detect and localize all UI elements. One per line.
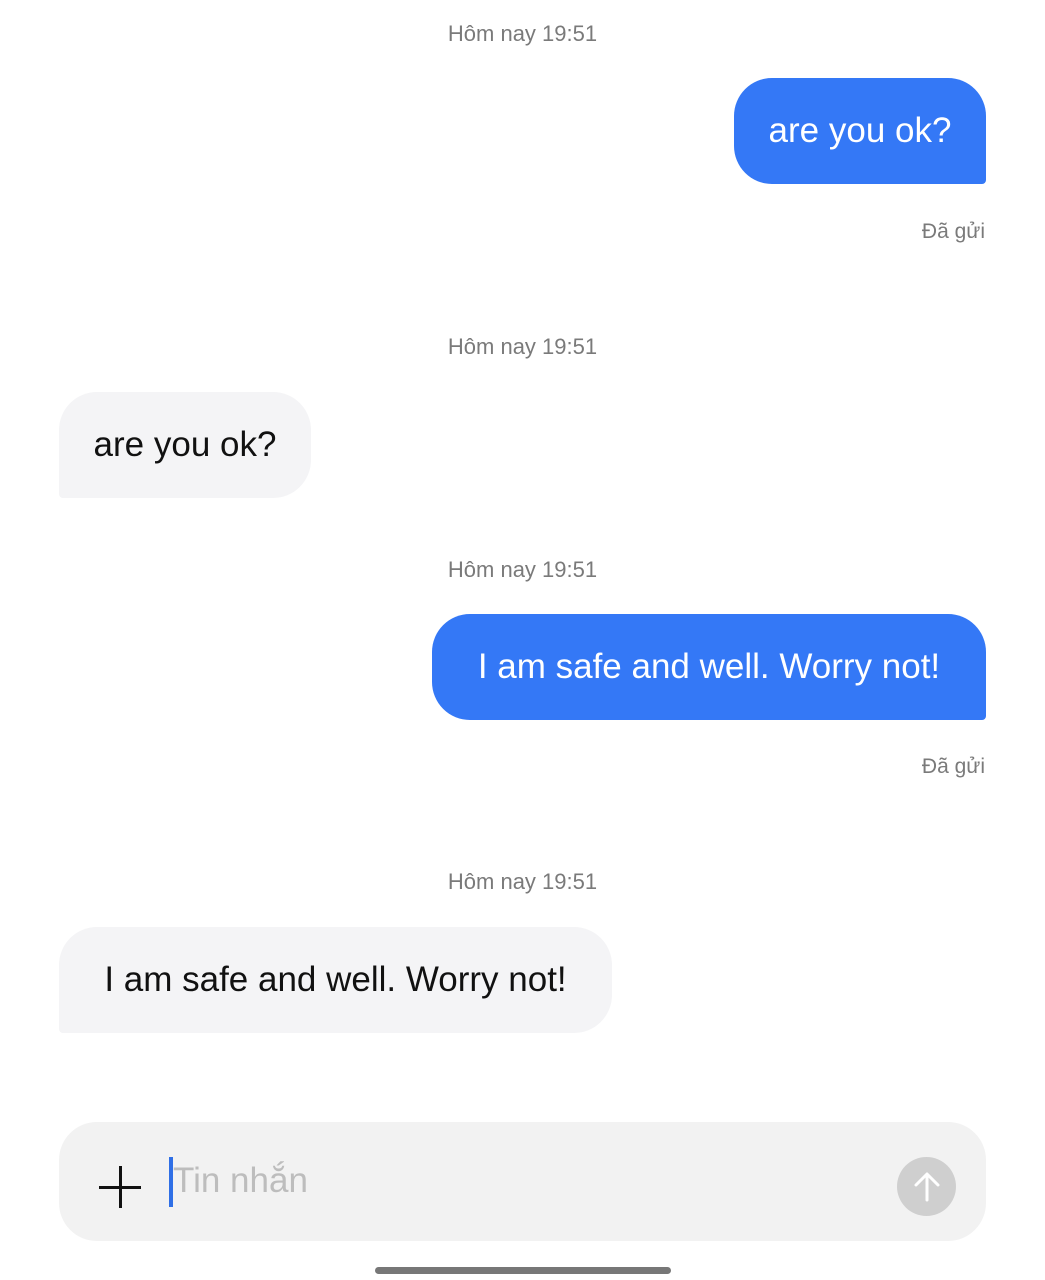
message-timestamp: Hôm nay 19:51 <box>447 21 598 46</box>
message-text: I am safe and well. Worry not! <box>104 960 567 999</box>
message-timestamp: Hôm nay 19:51 <box>447 557 598 582</box>
message-status: Đã gửi <box>921 755 985 778</box>
message-input[interactable] <box>173 1150 873 1212</box>
incoming-message-bubble[interactable]: I am safe and well. Worry not! <box>59 927 612 1033</box>
message-timestamp: Hôm nay 19:51 <box>447 334 598 359</box>
plus-icon[interactable] <box>99 1166 141 1208</box>
arrow-up-icon <box>914 1172 939 1201</box>
outgoing-message-bubble[interactable]: are you ok? <box>734 78 986 184</box>
send-button[interactable] <box>897 1157 956 1216</box>
home-indicator[interactable] <box>375 1267 671 1274</box>
message-text: are you ok? <box>93 425 277 464</box>
message-text: are you ok? <box>768 111 952 150</box>
message-timestamp: Hôm nay 19:51 <box>447 869 598 894</box>
message-text: I am safe and well. Worry not! <box>477 647 941 686</box>
message-status: Đã gửi <box>921 220 985 243</box>
incoming-message-bubble[interactable]: are you ok? <box>59 392 311 498</box>
outgoing-message-bubble[interactable]: I am safe and well. Worry not! <box>432 614 986 720</box>
message-composer <box>59 1122 986 1241</box>
